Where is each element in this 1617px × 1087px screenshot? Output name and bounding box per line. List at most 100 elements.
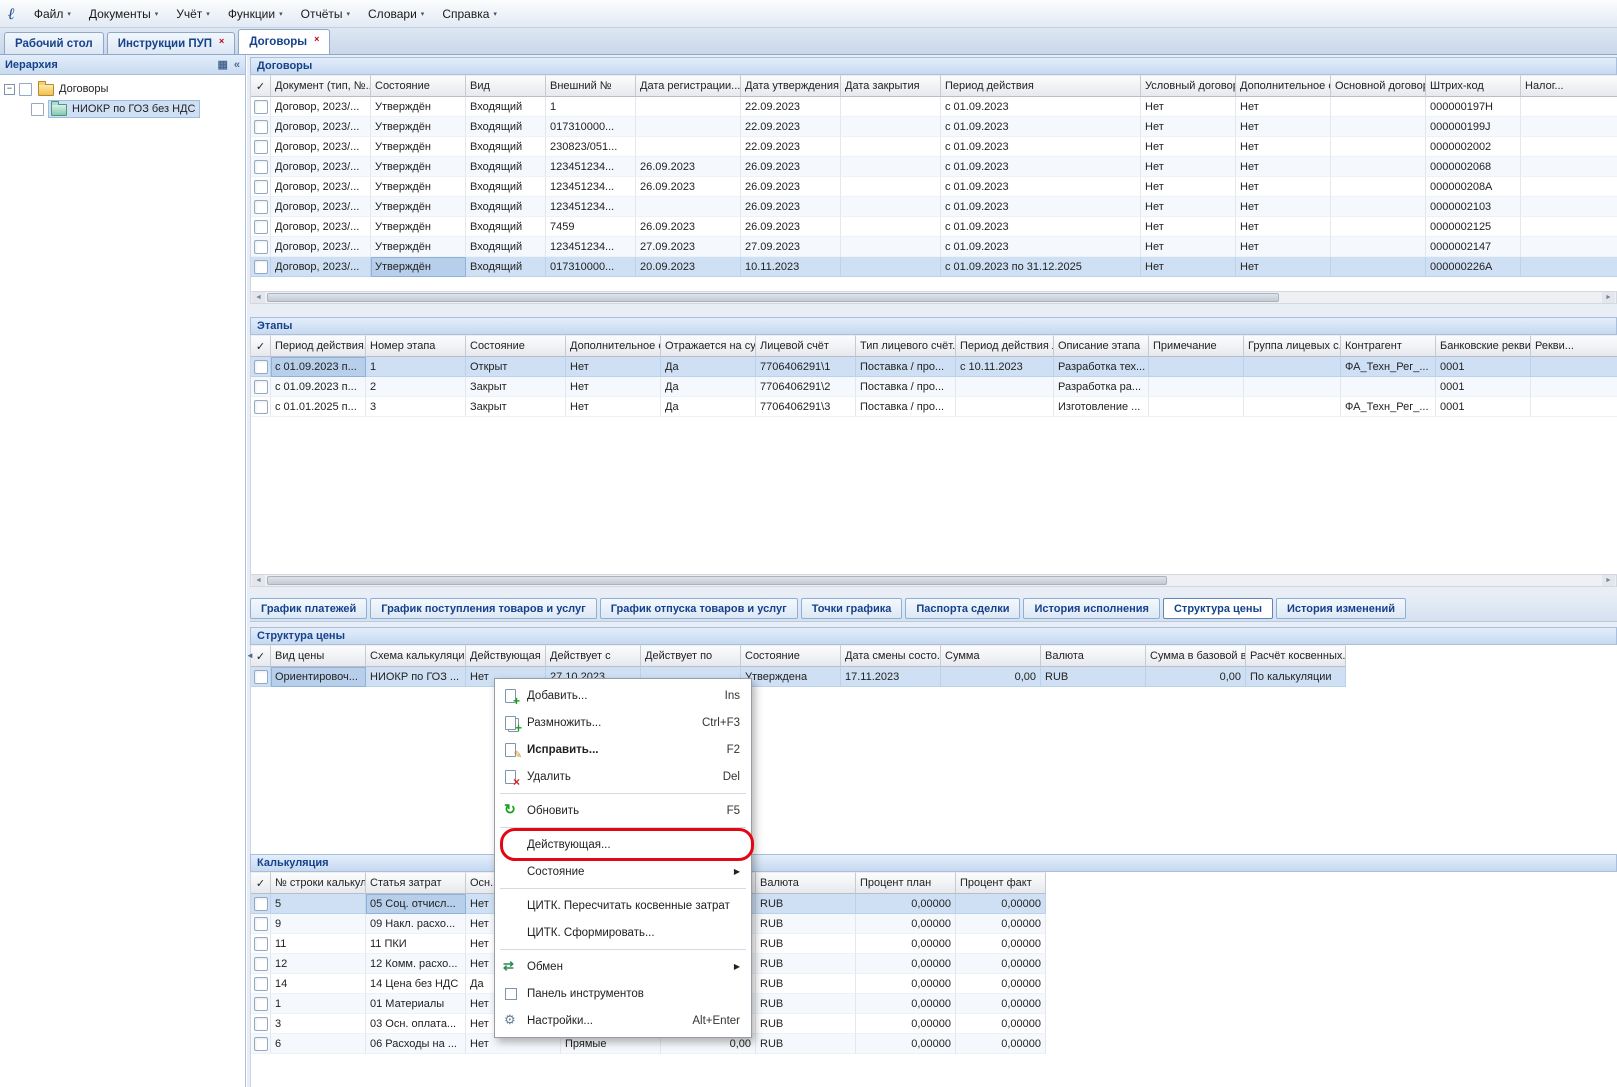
cell[interactable]: с 01.09.2023 п... bbox=[271, 357, 366, 377]
table-row[interactable]: Договор, 2023/...УтверждёнВходящий017310… bbox=[251, 117, 1617, 137]
row-checkbox[interactable] bbox=[254, 200, 268, 214]
cell[interactable]: 0,00000 bbox=[856, 894, 956, 914]
column-header[interactable]: Контрагент bbox=[1341, 335, 1436, 357]
context-menu-item[interactable]: Настройки...Alt+Enter bbox=[498, 1007, 748, 1034]
menubar-item-2[interactable]: Учёт▾ bbox=[167, 3, 219, 25]
cell[interactable]: Закрыт bbox=[466, 397, 566, 417]
cell[interactable]: 22.09.2023 bbox=[741, 137, 841, 157]
cell[interactable]: Нет bbox=[1236, 137, 1331, 157]
cell[interactable]: 0,00 bbox=[941, 667, 1041, 687]
table-row[interactable]: Договор, 2023/...УтверждёнВходящий230823… bbox=[251, 137, 1617, 157]
column-header[interactable]: Штрих-код bbox=[1426, 75, 1521, 97]
column-header[interactable]: Примечание bbox=[1149, 335, 1244, 357]
row-checkbox[interactable] bbox=[254, 1037, 268, 1051]
cell[interactable]: 12 Комм. расхо... bbox=[366, 954, 466, 974]
scroll-right-icon[interactable]: ► bbox=[1602, 575, 1615, 586]
cell[interactable]: Нет bbox=[1236, 217, 1331, 237]
column-header[interactable]: Сумма bbox=[941, 645, 1041, 667]
cell[interactable] bbox=[1341, 377, 1436, 397]
cell[interactable] bbox=[1331, 257, 1426, 277]
table-row[interactable]: Договор, 2023/...УтверждёнВходящий017310… bbox=[251, 257, 1617, 277]
cell[interactable]: 000000226A bbox=[1426, 257, 1521, 277]
cell[interactable]: Входящий bbox=[466, 197, 546, 217]
cell[interactable] bbox=[1331, 217, 1426, 237]
cell[interactable] bbox=[251, 894, 271, 914]
cell[interactable]: Нет bbox=[566, 377, 661, 397]
column-header[interactable]: Схема калькуляци... bbox=[366, 645, 466, 667]
table-row[interactable]: Договор, 2023/...УтверждёнВходящий123451… bbox=[251, 197, 1617, 217]
cell[interactable]: Утверждён bbox=[371, 97, 466, 117]
menubar-item-5[interactable]: Словари▾ bbox=[359, 3, 433, 25]
cell[interactable] bbox=[251, 117, 271, 137]
column-header[interactable]: Период действия... bbox=[271, 335, 366, 357]
tab-0[interactable]: Рабочий стол bbox=[4, 32, 104, 54]
row-checkbox[interactable] bbox=[254, 957, 268, 971]
contracts-hscrollbar[interactable]: ◄ ► bbox=[250, 291, 1617, 304]
tree-checkbox[interactable] bbox=[31, 103, 44, 116]
column-header[interactable]: Действует по bbox=[641, 645, 741, 667]
cell[interactable]: Нет bbox=[1236, 237, 1331, 257]
cell[interactable]: 000000208A bbox=[1426, 177, 1521, 197]
context-menu-item[interactable]: Состояние▶ bbox=[498, 858, 748, 885]
cell[interactable]: RUB bbox=[756, 1034, 856, 1054]
cell[interactable]: 3 bbox=[366, 397, 466, 417]
cell[interactable]: 06 Расходы на ... bbox=[366, 1034, 466, 1054]
cell[interactable]: 0,00000 bbox=[856, 974, 956, 994]
cell[interactable]: 26.09.2023 bbox=[741, 177, 841, 197]
cell[interactable]: 017310000... bbox=[546, 117, 636, 137]
row-checkbox[interactable] bbox=[254, 670, 268, 684]
scroll-left-icon[interactable]: ◄ bbox=[252, 575, 265, 586]
cell[interactable] bbox=[1531, 397, 1617, 417]
cell[interactable]: 0,00000 bbox=[956, 1034, 1046, 1054]
tab-1[interactable]: Инструкции ПУП× bbox=[107, 32, 236, 54]
column-header[interactable]: Состояние bbox=[741, 645, 841, 667]
cell[interactable] bbox=[841, 177, 941, 197]
cell[interactable]: 01 Материалы bbox=[366, 994, 466, 1014]
cell[interactable]: 22.09.2023 bbox=[741, 117, 841, 137]
cell[interactable]: 26.09.2023 bbox=[636, 217, 741, 237]
cell[interactable]: 27.09.2023 bbox=[741, 237, 841, 257]
cell[interactable]: Поставка / про... bbox=[856, 377, 956, 397]
cell[interactable]: Договор, 2023/... bbox=[271, 177, 371, 197]
cell[interactable] bbox=[636, 197, 741, 217]
cell[interactable]: 0,00000 bbox=[856, 1014, 956, 1034]
cell[interactable]: Да bbox=[661, 397, 756, 417]
cell[interactable] bbox=[251, 177, 271, 197]
row-checkbox[interactable] bbox=[254, 100, 268, 114]
cell[interactable]: 1 bbox=[546, 97, 636, 117]
row-checkbox[interactable] bbox=[254, 997, 268, 1011]
tree-node[interactable]: −Договоры bbox=[0, 79, 245, 99]
tree-checkbox[interactable] bbox=[19, 83, 32, 96]
menubar-item-4[interactable]: Отчёты▾ bbox=[292, 3, 359, 25]
cell[interactable]: 26.09.2023 bbox=[741, 197, 841, 217]
cell[interactable] bbox=[1531, 357, 1617, 377]
cell[interactable]: 000000199J bbox=[1426, 117, 1521, 137]
cell[interactable]: 0000002103 bbox=[1426, 197, 1521, 217]
cell[interactable]: 0,00000 bbox=[956, 994, 1046, 1014]
cell[interactable]: Нет bbox=[1236, 157, 1331, 177]
column-header[interactable]: Период действия л... bbox=[956, 335, 1054, 357]
row-checkbox[interactable] bbox=[254, 260, 268, 274]
table-row[interactable]: Договор, 2023/...УтверждёнВходящий123451… bbox=[251, 177, 1617, 197]
column-header[interactable]: Период действия bbox=[941, 75, 1141, 97]
cell[interactable] bbox=[1521, 157, 1617, 177]
cell[interactable]: 123451234... bbox=[546, 197, 636, 217]
cell[interactable]: Нет bbox=[1236, 197, 1331, 217]
cell[interactable] bbox=[636, 117, 741, 137]
column-header[interactable]: Вид цены bbox=[271, 645, 366, 667]
cell[interactable]: RUB bbox=[756, 934, 856, 954]
cell[interactable]: 0,00 bbox=[1146, 667, 1246, 687]
cell[interactable]: 0,00000 bbox=[856, 914, 956, 934]
cell[interactable]: 14 bbox=[271, 974, 366, 994]
row-checkbox[interactable] bbox=[254, 400, 268, 414]
row-checkbox[interactable] bbox=[254, 240, 268, 254]
cell[interactable] bbox=[841, 157, 941, 177]
cell[interactable]: Утверждён bbox=[371, 137, 466, 157]
scroll-right-icon[interactable]: ► bbox=[1602, 292, 1615, 303]
close-icon[interactable]: × bbox=[314, 34, 319, 44]
cell[interactable]: 20.09.2023 bbox=[636, 257, 741, 277]
cell[interactable] bbox=[956, 397, 1054, 417]
context-menu-item[interactable]: ЦИТК. Пересчитать косвенные затраты... bbox=[498, 892, 748, 919]
cell[interactable]: с 01.09.2023 bbox=[941, 117, 1141, 137]
cell[interactable]: 5 bbox=[271, 894, 366, 914]
